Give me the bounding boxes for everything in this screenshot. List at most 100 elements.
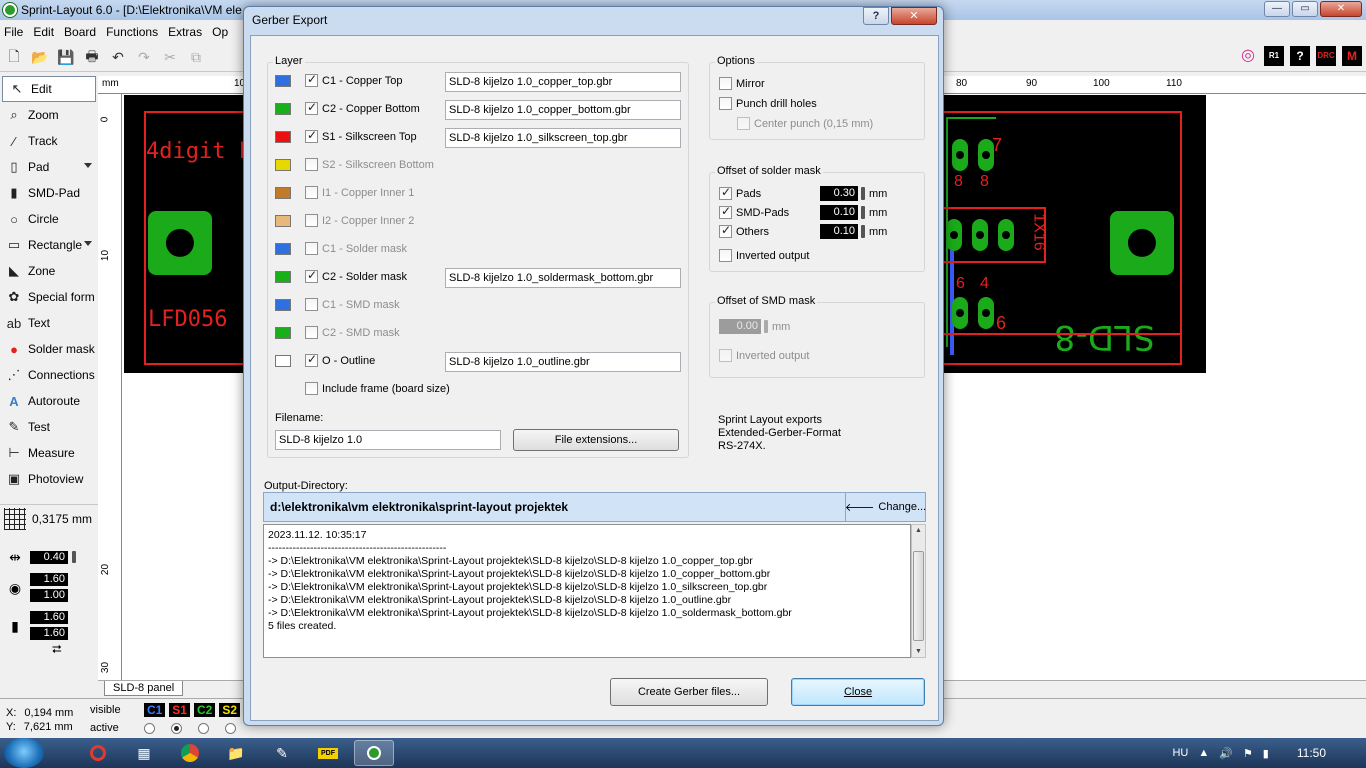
layer-checkbox[interactable] bbox=[305, 298, 318, 311]
menu-file[interactable]: File bbox=[4, 25, 23, 39]
chrome-icon[interactable] bbox=[170, 740, 210, 766]
tool-rectangle[interactable]: ▭ Rectangle bbox=[0, 232, 98, 258]
solder-offset-checkbox[interactable] bbox=[719, 204, 732, 219]
punch-row[interactable]: Punch drill holes bbox=[719, 97, 817, 110]
layer-checkbox[interactable] bbox=[305, 214, 318, 227]
tray-arrow-icon[interactable]: ▲ bbox=[1198, 747, 1209, 759]
new-file-icon[interactable]: 🗋 bbox=[4, 48, 24, 68]
help-button[interactable]: ? bbox=[863, 7, 889, 25]
solder-offset-value[interactable]: 0.30 bbox=[820, 186, 858, 201]
drc-tool[interactable]: DRC bbox=[1316, 46, 1336, 66]
layer-filename-input[interactable]: SLD-8 kijelzo 1.0_copper_bottom.gbr bbox=[445, 100, 681, 120]
mirror-row[interactable]: Mirror bbox=[719, 77, 765, 90]
tool-edit[interactable]: ↖ Edit bbox=[2, 76, 96, 102]
solder-offset-checkbox[interactable] bbox=[719, 185, 732, 200]
tool-pad[interactable]: ▯ Pad bbox=[0, 154, 98, 180]
fill-tool-icon[interactable]: M bbox=[1342, 46, 1362, 66]
punch-drill-checkbox[interactable] bbox=[719, 97, 732, 110]
smd-width-value[interactable]: 1.60 bbox=[30, 611, 68, 624]
tool-measure[interactable]: ⊢ Measure bbox=[0, 440, 98, 466]
smd-height-value[interactable]: 1.60 bbox=[30, 627, 68, 640]
dialog-close-icon[interactable]: ✕ bbox=[891, 7, 937, 25]
solder-offset-spinner[interactable] bbox=[861, 187, 865, 200]
menu-extras[interactable]: Extras bbox=[168, 25, 202, 39]
chevron-down-icon[interactable] bbox=[84, 163, 92, 168]
layer-filename-input[interactable]: SLD-8 kijelzo 1.0_silkscreen_top.gbr bbox=[445, 128, 681, 148]
language-indicator[interactable]: HU bbox=[1172, 747, 1188, 759]
tool-zoom[interactable]: ⌕ Zoom bbox=[0, 102, 98, 128]
solder-inverted-row[interactable]: Inverted output bbox=[719, 249, 809, 262]
minimize-button[interactable]: — bbox=[1264, 1, 1290, 17]
solder-offset-spinner[interactable] bbox=[861, 206, 865, 219]
change-directory-button[interactable]: 🡐 Change... bbox=[845, 493, 926, 521]
layer-toggle-c1[interactable]: C1 bbox=[143, 703, 166, 717]
layer-checkbox[interactable] bbox=[305, 72, 318, 87]
track-width-spinner[interactable] bbox=[72, 551, 76, 563]
cut-icon[interactable]: ✂ bbox=[160, 48, 180, 68]
undo-icon[interactable]: ↶ bbox=[108, 48, 128, 68]
grid-setting[interactable]: 0,3175 mm bbox=[0, 504, 98, 532]
print-icon[interactable]: 🖶 bbox=[82, 48, 102, 68]
filename-input[interactable]: SLD-8 kijelzo 1.0 bbox=[275, 430, 501, 450]
layer-toggle-c2[interactable]: C2 bbox=[193, 703, 216, 717]
pad-outer-value[interactable]: 1.60 bbox=[30, 573, 68, 586]
scroll-thumb[interactable] bbox=[913, 551, 924, 641]
menu-edit[interactable]: Edit bbox=[33, 25, 54, 39]
layer-checkbox[interactable] bbox=[305, 352, 318, 367]
include-frame-checkbox[interactable] bbox=[305, 382, 318, 395]
solder-offset-checkbox[interactable] bbox=[719, 223, 732, 238]
tool-photoview[interactable]: ▣ Photoview bbox=[0, 466, 98, 492]
explorer-folder-icon[interactable]: 📁 bbox=[216, 740, 256, 766]
calculator-icon[interactable]: ▦ bbox=[124, 740, 164, 766]
scroll-up-icon[interactable]: ▲ bbox=[915, 527, 922, 534]
solder-offset-value[interactable]: 0.10 bbox=[820, 224, 858, 239]
layer-checkbox[interactable] bbox=[305, 268, 318, 283]
tool-track[interactable]: ∕ Track bbox=[0, 128, 98, 154]
pen-app-icon[interactable]: ✎ bbox=[262, 740, 302, 766]
network-icon[interactable]: ⚑ bbox=[1243, 747, 1253, 760]
solder-inverted-checkbox[interactable] bbox=[719, 249, 732, 262]
pad-inner-value[interactable]: 1.00 bbox=[30, 589, 68, 602]
menu-options[interactable]: Op bbox=[212, 25, 228, 39]
tab-sld-8-panel[interactable]: SLD-8 panel bbox=[104, 681, 184, 696]
tool-zone[interactable]: ◣ Zone bbox=[0, 258, 98, 284]
mirror-checkbox[interactable] bbox=[719, 77, 732, 90]
smd-offset-value[interactable]: 0.00 bbox=[719, 319, 761, 334]
menu-functions[interactable]: Functions bbox=[106, 25, 158, 39]
maximize-button[interactable]: ▭ bbox=[1292, 1, 1318, 17]
close-window-button[interactable]: ✕ bbox=[1320, 1, 1362, 17]
close-button[interactable]: Close bbox=[791, 678, 925, 706]
photoview-ring-icon[interactable]: ◎ bbox=[1238, 46, 1258, 66]
start-button[interactable] bbox=[4, 738, 44, 768]
opera-icon[interactable] bbox=[78, 740, 118, 766]
open-folder-icon[interactable]: 📂 bbox=[30, 48, 50, 68]
layer-filename-input[interactable]: SLD-8 kijelzo 1.0_outline.gbr bbox=[445, 352, 681, 372]
layer-checkbox[interactable] bbox=[305, 186, 318, 199]
tool-autoroute[interactable]: A Autoroute bbox=[0, 388, 98, 414]
smd-offset-spinner[interactable] bbox=[764, 320, 768, 333]
solder-offset-value[interactable]: 0.10 bbox=[820, 205, 858, 220]
pdf-icon[interactable]: PDF bbox=[308, 740, 348, 766]
tool-special-form[interactable]: ✿ Special form bbox=[0, 284, 98, 310]
copy-icon[interactable]: ⧉ bbox=[186, 48, 206, 68]
volume-icon[interactable]: 🔊 bbox=[1219, 747, 1233, 760]
include-frame-row[interactable]: Include frame (board size) bbox=[305, 382, 450, 395]
save-icon[interactable]: 💾 bbox=[56, 48, 76, 68]
active-radio-s1[interactable] bbox=[171, 722, 182, 734]
r1-tool[interactable]: R1 bbox=[1264, 46, 1284, 66]
file-extensions-button[interactable]: File extensions... bbox=[513, 429, 679, 451]
center-punch-checkbox[interactable] bbox=[737, 117, 750, 130]
redo-icon[interactable]: ↷ bbox=[134, 48, 154, 68]
clock[interactable]: 11:50 bbox=[1297, 746, 1326, 760]
tool-text[interactable]: ab Text bbox=[0, 310, 98, 336]
tool-connections[interactable]: ⋰ Connections bbox=[0, 362, 98, 388]
solder-offset-spinner[interactable] bbox=[861, 225, 865, 238]
track-width-value[interactable]: 0.40 bbox=[30, 550, 68, 564]
export-log[interactable]: 2023.11.12. 10:35:17 -------------------… bbox=[263, 524, 911, 658]
help-tool-icon[interactable]: ? bbox=[1290, 46, 1310, 66]
sprint-layout-taskbar-icon[interactable] bbox=[354, 740, 394, 766]
tool-solder-mask[interactable]: ● Solder mask bbox=[0, 336, 98, 362]
layer-checkbox[interactable] bbox=[305, 326, 318, 339]
layer-filename-input[interactable]: SLD-8 kijelzo 1.0_copper_top.gbr bbox=[445, 72, 681, 92]
chevron-down-icon[interactable] bbox=[84, 241, 92, 246]
